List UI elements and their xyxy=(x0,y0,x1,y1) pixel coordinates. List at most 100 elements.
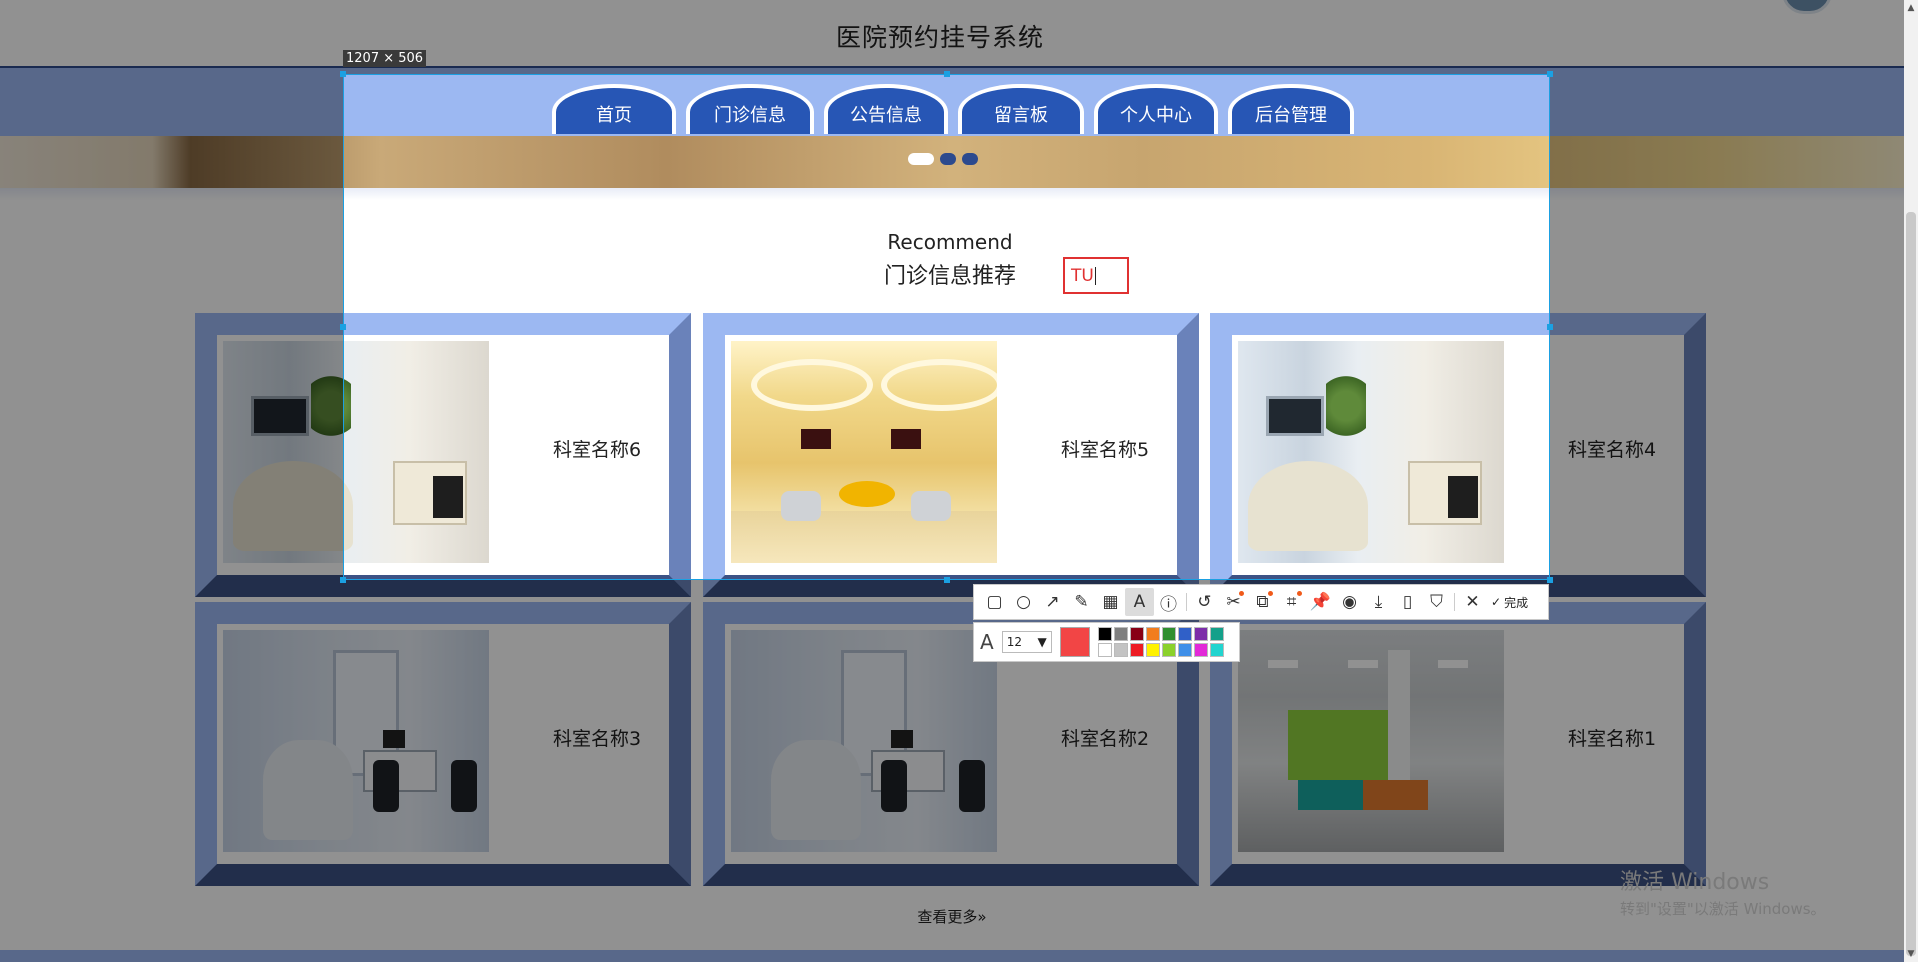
department-name[interactable]: 科室名称1 xyxy=(1522,724,1702,751)
department-card[interactable]: 科室名称5 xyxy=(703,313,1199,597)
color-swatch[interactable] xyxy=(1145,627,1160,641)
browser-page: 医院预约挂号系统 首页 门诊信息 公告信息 留言板 个人中心 后台管理 Reco… xyxy=(0,0,1918,962)
card-inner: 科室名称5 xyxy=(725,335,1177,575)
department-photo[interactable] xyxy=(1238,630,1504,852)
color-swatch[interactable] xyxy=(1193,627,1208,641)
pin-icon[interactable]: 📌 xyxy=(1306,588,1335,616)
color-swatch[interactable] xyxy=(1113,627,1128,641)
undo-icon[interactable]: ↺ xyxy=(1190,588,1219,616)
check-icon: ✓ xyxy=(1491,595,1502,609)
color-swatch[interactable] xyxy=(1097,627,1112,641)
color-swatch[interactable] xyxy=(1177,643,1192,657)
annotation-text-input[interactable]: TU xyxy=(1063,257,1129,294)
bookmark-icon[interactable]: ⛉ xyxy=(1422,588,1451,616)
arrow-icon[interactable]: ↗ xyxy=(1038,588,1067,616)
ocr-icon[interactable]: ⌗ xyxy=(1277,588,1306,616)
record-icon[interactable]: ◉ xyxy=(1335,588,1364,616)
done-button[interactable]: ✓ 完成 xyxy=(1487,594,1532,611)
pencil-icon[interactable]: ✎ xyxy=(1067,588,1096,616)
toolbar-divider xyxy=(1454,593,1455,611)
carousel-dot[interactable] xyxy=(940,153,956,165)
annotation-text: TU xyxy=(1071,266,1094,286)
text-icon[interactable]: A xyxy=(1125,588,1154,616)
number-icon[interactable]: ⓘ xyxy=(1154,588,1183,616)
ellipse-icon[interactable]: ○ xyxy=(1009,588,1038,616)
user-avatar[interactable] xyxy=(1782,0,1832,14)
page-scrollbar[interactable]: ▲ ▼ xyxy=(1904,0,1918,962)
cut-icon[interactable]: ✂ xyxy=(1219,588,1248,616)
department-card[interactable]: 科室名称1 xyxy=(1210,602,1706,886)
nav-admin[interactable]: 后台管理 xyxy=(1228,84,1354,134)
color-swatch[interactable] xyxy=(1209,627,1224,641)
translate-icon[interactable]: ⧉ xyxy=(1248,588,1277,616)
view-more-label: 查看更多 xyxy=(917,908,978,926)
scroll-down-icon[interactable]: ▼ xyxy=(1906,948,1916,960)
site-title: 医院预约挂号系统 xyxy=(835,23,1044,52)
carousel-dot[interactable] xyxy=(962,153,978,165)
close-icon[interactable]: ✕ xyxy=(1458,588,1487,616)
color-swatch[interactable] xyxy=(1113,643,1128,657)
color-palette xyxy=(1097,627,1224,657)
done-label: 完成 xyxy=(1504,595,1529,610)
nav-message-board[interactable]: 留言板 xyxy=(958,84,1084,134)
banner-shadow xyxy=(0,188,1904,200)
text-caret xyxy=(1094,267,1096,285)
nav-clinic-info[interactable]: 门诊信息 xyxy=(686,84,814,134)
windows-activation-watermark: 激活 Windows 转到"设置"以激活 Windows。 xyxy=(1620,864,1826,919)
main-nav: 首页 门诊信息 公告信息 留言板 个人中心 后台管理 xyxy=(552,84,1354,134)
card-bevel xyxy=(195,864,691,886)
font-size-select[interactable]: 12 ▼ xyxy=(1001,631,1052,653)
capture-toolbar: ▢ ○ ↗ ✎ ▦ A ⓘ ↺ ✂ ⧉ ⌗ 📌 ◉ ⤓ ▯ ⛉ ✕ ✓ 完成 xyxy=(973,584,1549,620)
card-inner: 科室名称3 xyxy=(217,624,669,864)
carousel-dots xyxy=(908,153,978,165)
department-photo[interactable] xyxy=(1238,341,1504,563)
carousel-dot[interactable] xyxy=(908,153,934,165)
color-swatch[interactable] xyxy=(1193,643,1208,657)
view-more-link[interactable]: 查看更多» xyxy=(0,906,1904,927)
nav-home[interactable]: 首页 xyxy=(552,84,676,134)
department-photo[interactable] xyxy=(223,630,489,852)
recommend-english: Recommend xyxy=(887,230,1013,254)
department-card[interactable]: 科室名称4 xyxy=(1210,313,1706,597)
color-swatch[interactable] xyxy=(1097,643,1112,657)
department-photo[interactable] xyxy=(223,341,489,563)
current-color-swatch[interactable] xyxy=(1059,627,1090,657)
color-swatch[interactable] xyxy=(1209,643,1224,657)
color-swatch[interactable] xyxy=(1161,627,1176,641)
color-swatch[interactable] xyxy=(1177,627,1192,641)
rectangle-icon[interactable]: ▢ xyxy=(980,588,1009,616)
color-swatch[interactable] xyxy=(1161,643,1176,657)
nav-personal-center[interactable]: 个人中心 xyxy=(1094,84,1218,134)
text-options-bar: A 12 ▼ xyxy=(973,622,1240,662)
card-bevel xyxy=(195,575,691,597)
department-photo[interactable] xyxy=(731,341,997,563)
card-bevel xyxy=(703,864,1199,886)
card-inner: 科室名称6 xyxy=(217,335,669,575)
double-chevron-right-icon: » xyxy=(977,908,987,926)
department-card[interactable]: 科室名称3 xyxy=(195,602,691,886)
mosaic-icon[interactable]: ▦ xyxy=(1096,588,1125,616)
department-card[interactable]: 科室名称6 xyxy=(195,313,691,597)
watermark-line1: 激活 Windows xyxy=(1620,870,1770,895)
department-name[interactable]: 科室名称3 xyxy=(507,724,687,751)
toolbar-divider xyxy=(1186,593,1187,611)
nav-announcements[interactable]: 公告信息 xyxy=(824,84,948,134)
selection-size-label: 1207 × 506 xyxy=(343,50,427,67)
department-name[interactable]: 科室名称2 xyxy=(1015,724,1195,751)
download-icon[interactable]: ⤓ xyxy=(1364,588,1393,616)
department-name[interactable]: 科室名称5 xyxy=(1015,435,1195,462)
scroll-thumb[interactable] xyxy=(1906,212,1916,956)
chevron-down-icon: ▼ xyxy=(1037,635,1047,649)
card-inner: 科室名称4 xyxy=(1232,335,1684,575)
font-icon: A xyxy=(980,630,994,654)
scroll-up-icon[interactable]: ▲ xyxy=(1906,2,1916,14)
department-name[interactable]: 科室名称4 xyxy=(1522,435,1702,462)
font-size-value: 12 xyxy=(1006,635,1022,649)
color-swatch[interactable] xyxy=(1145,643,1160,657)
watermark-line2: 转到"设置"以激活 Windows。 xyxy=(1620,900,1826,918)
phone-icon[interactable]: ▯ xyxy=(1393,588,1422,616)
department-name[interactable]: 科室名称6 xyxy=(507,435,687,462)
color-swatch[interactable] xyxy=(1129,643,1144,657)
department-photo[interactable] xyxy=(731,630,997,852)
color-swatch[interactable] xyxy=(1129,627,1144,641)
